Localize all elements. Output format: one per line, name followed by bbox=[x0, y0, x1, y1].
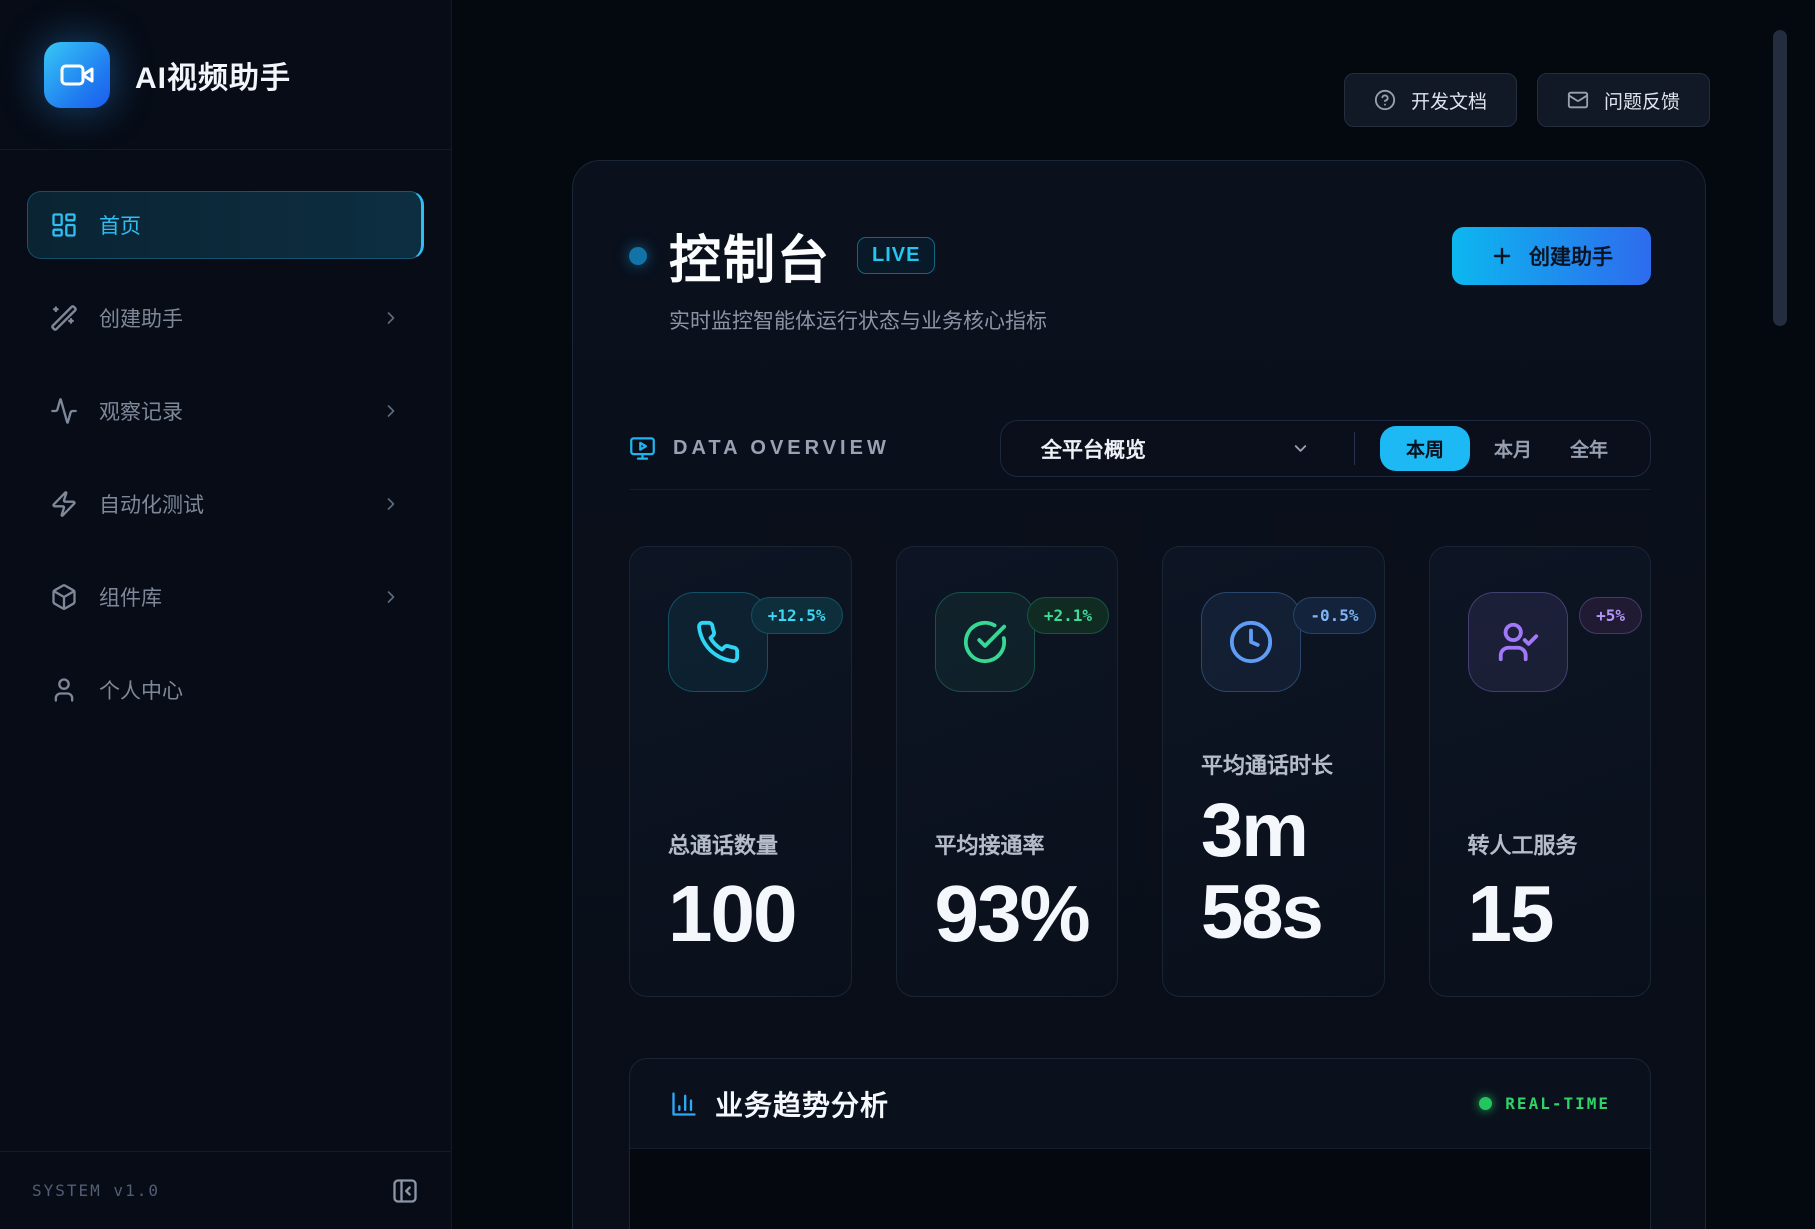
main-content: 开发文档 问题反馈 控制台 LIVE 创建助手 实时监控智能体运行状态与业务核心… bbox=[452, 0, 1815, 1229]
stat-value: 15 bbox=[1468, 874, 1631, 954]
sidebar-item-label: 个人中心 bbox=[99, 675, 183, 705]
stat-card-total-calls: +12.5% 总通话数量 100 bbox=[629, 546, 852, 997]
stat-value-minutes: 3m bbox=[1201, 790, 1364, 872]
stat-cards: +12.5% 总通话数量 100 +2.1% 平均接通率 93% bbox=[629, 546, 1651, 997]
stat-icon-tile bbox=[1201, 592, 1301, 692]
stat-label: 平均通话时长 bbox=[1201, 748, 1364, 780]
feedback-label: 问题反馈 bbox=[1604, 87, 1680, 114]
trend-title: 业务趋势分析 bbox=[715, 1084, 889, 1124]
scrollbar-thumb[interactable] bbox=[1773, 30, 1787, 326]
trend-header: 业务趋势分析 REAL-TIME bbox=[630, 1059, 1650, 1149]
stat-label: 总通话数量 bbox=[668, 828, 831, 860]
sidebar-item-component-library[interactable]: 组件库 bbox=[27, 563, 424, 631]
help-circle-icon bbox=[1374, 89, 1396, 111]
chevron-down-icon bbox=[1291, 439, 1310, 458]
sidebar-nav: 首页 创建助手 观察记录 自动化测试 bbox=[0, 150, 451, 724]
sidebar-item-label: 自动化测试 bbox=[99, 489, 204, 519]
phone-icon bbox=[695, 619, 741, 665]
page-subtitle: 实时监控智能体运行状态与业务核心指标 bbox=[669, 305, 1651, 335]
platform-select-value: 全平台概览 bbox=[1041, 434, 1146, 464]
sidebar-item-observation-log[interactable]: 观察记录 bbox=[27, 377, 424, 445]
stat-card-answer-rate: +2.1% 平均接通率 93% bbox=[896, 546, 1119, 997]
delta-badge: -0.5% bbox=[1293, 597, 1375, 634]
console-header: 控制台 LIVE 创建助手 bbox=[629, 218, 1651, 293]
trend-chart-area bbox=[630, 1149, 1650, 1229]
activity-pulse-icon bbox=[50, 397, 78, 425]
stat-icon-tile bbox=[935, 592, 1035, 692]
app-logo bbox=[44, 42, 110, 108]
stat-card-human-transfer: +5% 转人工服务 15 bbox=[1429, 546, 1652, 997]
cube-icon bbox=[50, 583, 78, 611]
user-check-icon bbox=[1495, 619, 1541, 665]
delta-badge: +2.1% bbox=[1027, 597, 1109, 634]
stat-value: 93% bbox=[935, 874, 1098, 954]
dev-docs-label: 开发文档 bbox=[1411, 87, 1487, 114]
dev-docs-button[interactable]: 开发文档 bbox=[1344, 73, 1517, 127]
sidebar-item-automated-testing[interactable]: 自动化测试 bbox=[27, 470, 424, 538]
stat-card-avg-duration: -0.5% 平均通话时长 3m 58s bbox=[1162, 546, 1385, 997]
sidebar-item-personal-center[interactable]: 个人中心 bbox=[27, 656, 424, 724]
chevron-right-icon bbox=[381, 401, 401, 421]
sidebar-item-label: 首页 bbox=[99, 210, 141, 240]
tab-month[interactable]: 本月 bbox=[1480, 426, 1546, 471]
dashboard-grid-icon bbox=[50, 211, 78, 239]
realtime-indicator: REAL-TIME bbox=[1479, 1094, 1610, 1113]
overview-controls: 全平台概览 本周 本月 全年 bbox=[1000, 420, 1651, 477]
sidebar-item-create-assistant[interactable]: 创建助手 bbox=[27, 284, 424, 352]
plus-icon bbox=[1490, 244, 1514, 268]
live-badge: LIVE bbox=[857, 237, 935, 274]
mail-icon bbox=[1567, 89, 1589, 111]
delta-badge: +5% bbox=[1579, 597, 1642, 634]
tab-year[interactable]: 全年 bbox=[1556, 426, 1622, 471]
user-icon bbox=[50, 676, 78, 704]
data-overview-row: DATA OVERVIEW 全平台概览 本周 本月 全年 bbox=[629, 420, 1651, 477]
platform-select[interactable]: 全平台概览 bbox=[1001, 434, 1354, 464]
green-status-dot bbox=[1479, 1097, 1492, 1110]
stat-icon-tile bbox=[1468, 592, 1568, 692]
create-assistant-button[interactable]: 创建助手 bbox=[1452, 227, 1651, 285]
period-tabs: 本周 本月 全年 bbox=[1355, 426, 1650, 471]
feedback-button[interactable]: 问题反馈 bbox=[1537, 73, 1710, 127]
system-version: SYSTEM v1.0 bbox=[32, 1181, 160, 1200]
monitor-play-icon bbox=[629, 435, 656, 462]
sidebar-item-label: 观察记录 bbox=[99, 396, 183, 426]
realtime-label: REAL-TIME bbox=[1505, 1094, 1610, 1113]
chevron-right-icon bbox=[381, 308, 401, 328]
app-title: AI视频助手 bbox=[135, 53, 291, 97]
create-assistant-label: 创建助手 bbox=[1529, 241, 1613, 271]
status-dot bbox=[629, 247, 647, 265]
console-panel: 控制台 LIVE 创建助手 实时监控智能体运行状态与业务核心指标 DATA OV… bbox=[572, 160, 1706, 1229]
stat-label: 转人工服务 bbox=[1468, 828, 1631, 860]
sidebar-item-home[interactable]: 首页 bbox=[27, 191, 424, 259]
data-overview-label: DATA OVERVIEW bbox=[673, 437, 890, 460]
clock-icon bbox=[1228, 619, 1274, 665]
lightning-bolt-icon bbox=[50, 490, 78, 518]
logo-row: AI视频助手 bbox=[0, 0, 451, 150]
bar-chart-icon bbox=[670, 1090, 698, 1118]
sidebar: AI视频助手 首页 创建助手 观察记录 bbox=[0, 0, 452, 1229]
delta-badge: +12.5% bbox=[751, 597, 843, 634]
data-overview-title: DATA OVERVIEW bbox=[629, 435, 890, 462]
chevron-right-icon bbox=[381, 587, 401, 607]
stat-value: 3m 58s bbox=[1201, 790, 1364, 954]
sidebar-footer: SYSTEM v1.0 bbox=[0, 1151, 451, 1229]
video-camera-icon bbox=[59, 57, 95, 93]
sidebar-item-label: 组件库 bbox=[99, 582, 162, 612]
collapse-sidebar-icon[interactable] bbox=[391, 1177, 419, 1205]
page-title: 控制台 bbox=[669, 218, 831, 293]
stat-value-seconds: 58s bbox=[1201, 872, 1364, 954]
sidebar-item-label: 创建助手 bbox=[99, 303, 183, 333]
stat-label: 平均接通率 bbox=[935, 828, 1098, 860]
business-trend-card: 业务趋势分析 REAL-TIME bbox=[629, 1058, 1651, 1229]
tab-week[interactable]: 本周 bbox=[1380, 426, 1470, 471]
topbar: 开发文档 问题反馈 bbox=[452, 0, 1815, 127]
check-circle-icon bbox=[962, 619, 1008, 665]
stat-value: 100 bbox=[668, 874, 831, 954]
section-divider bbox=[629, 489, 1651, 490]
magic-wand-icon bbox=[50, 304, 78, 332]
chevron-right-icon bbox=[381, 494, 401, 514]
